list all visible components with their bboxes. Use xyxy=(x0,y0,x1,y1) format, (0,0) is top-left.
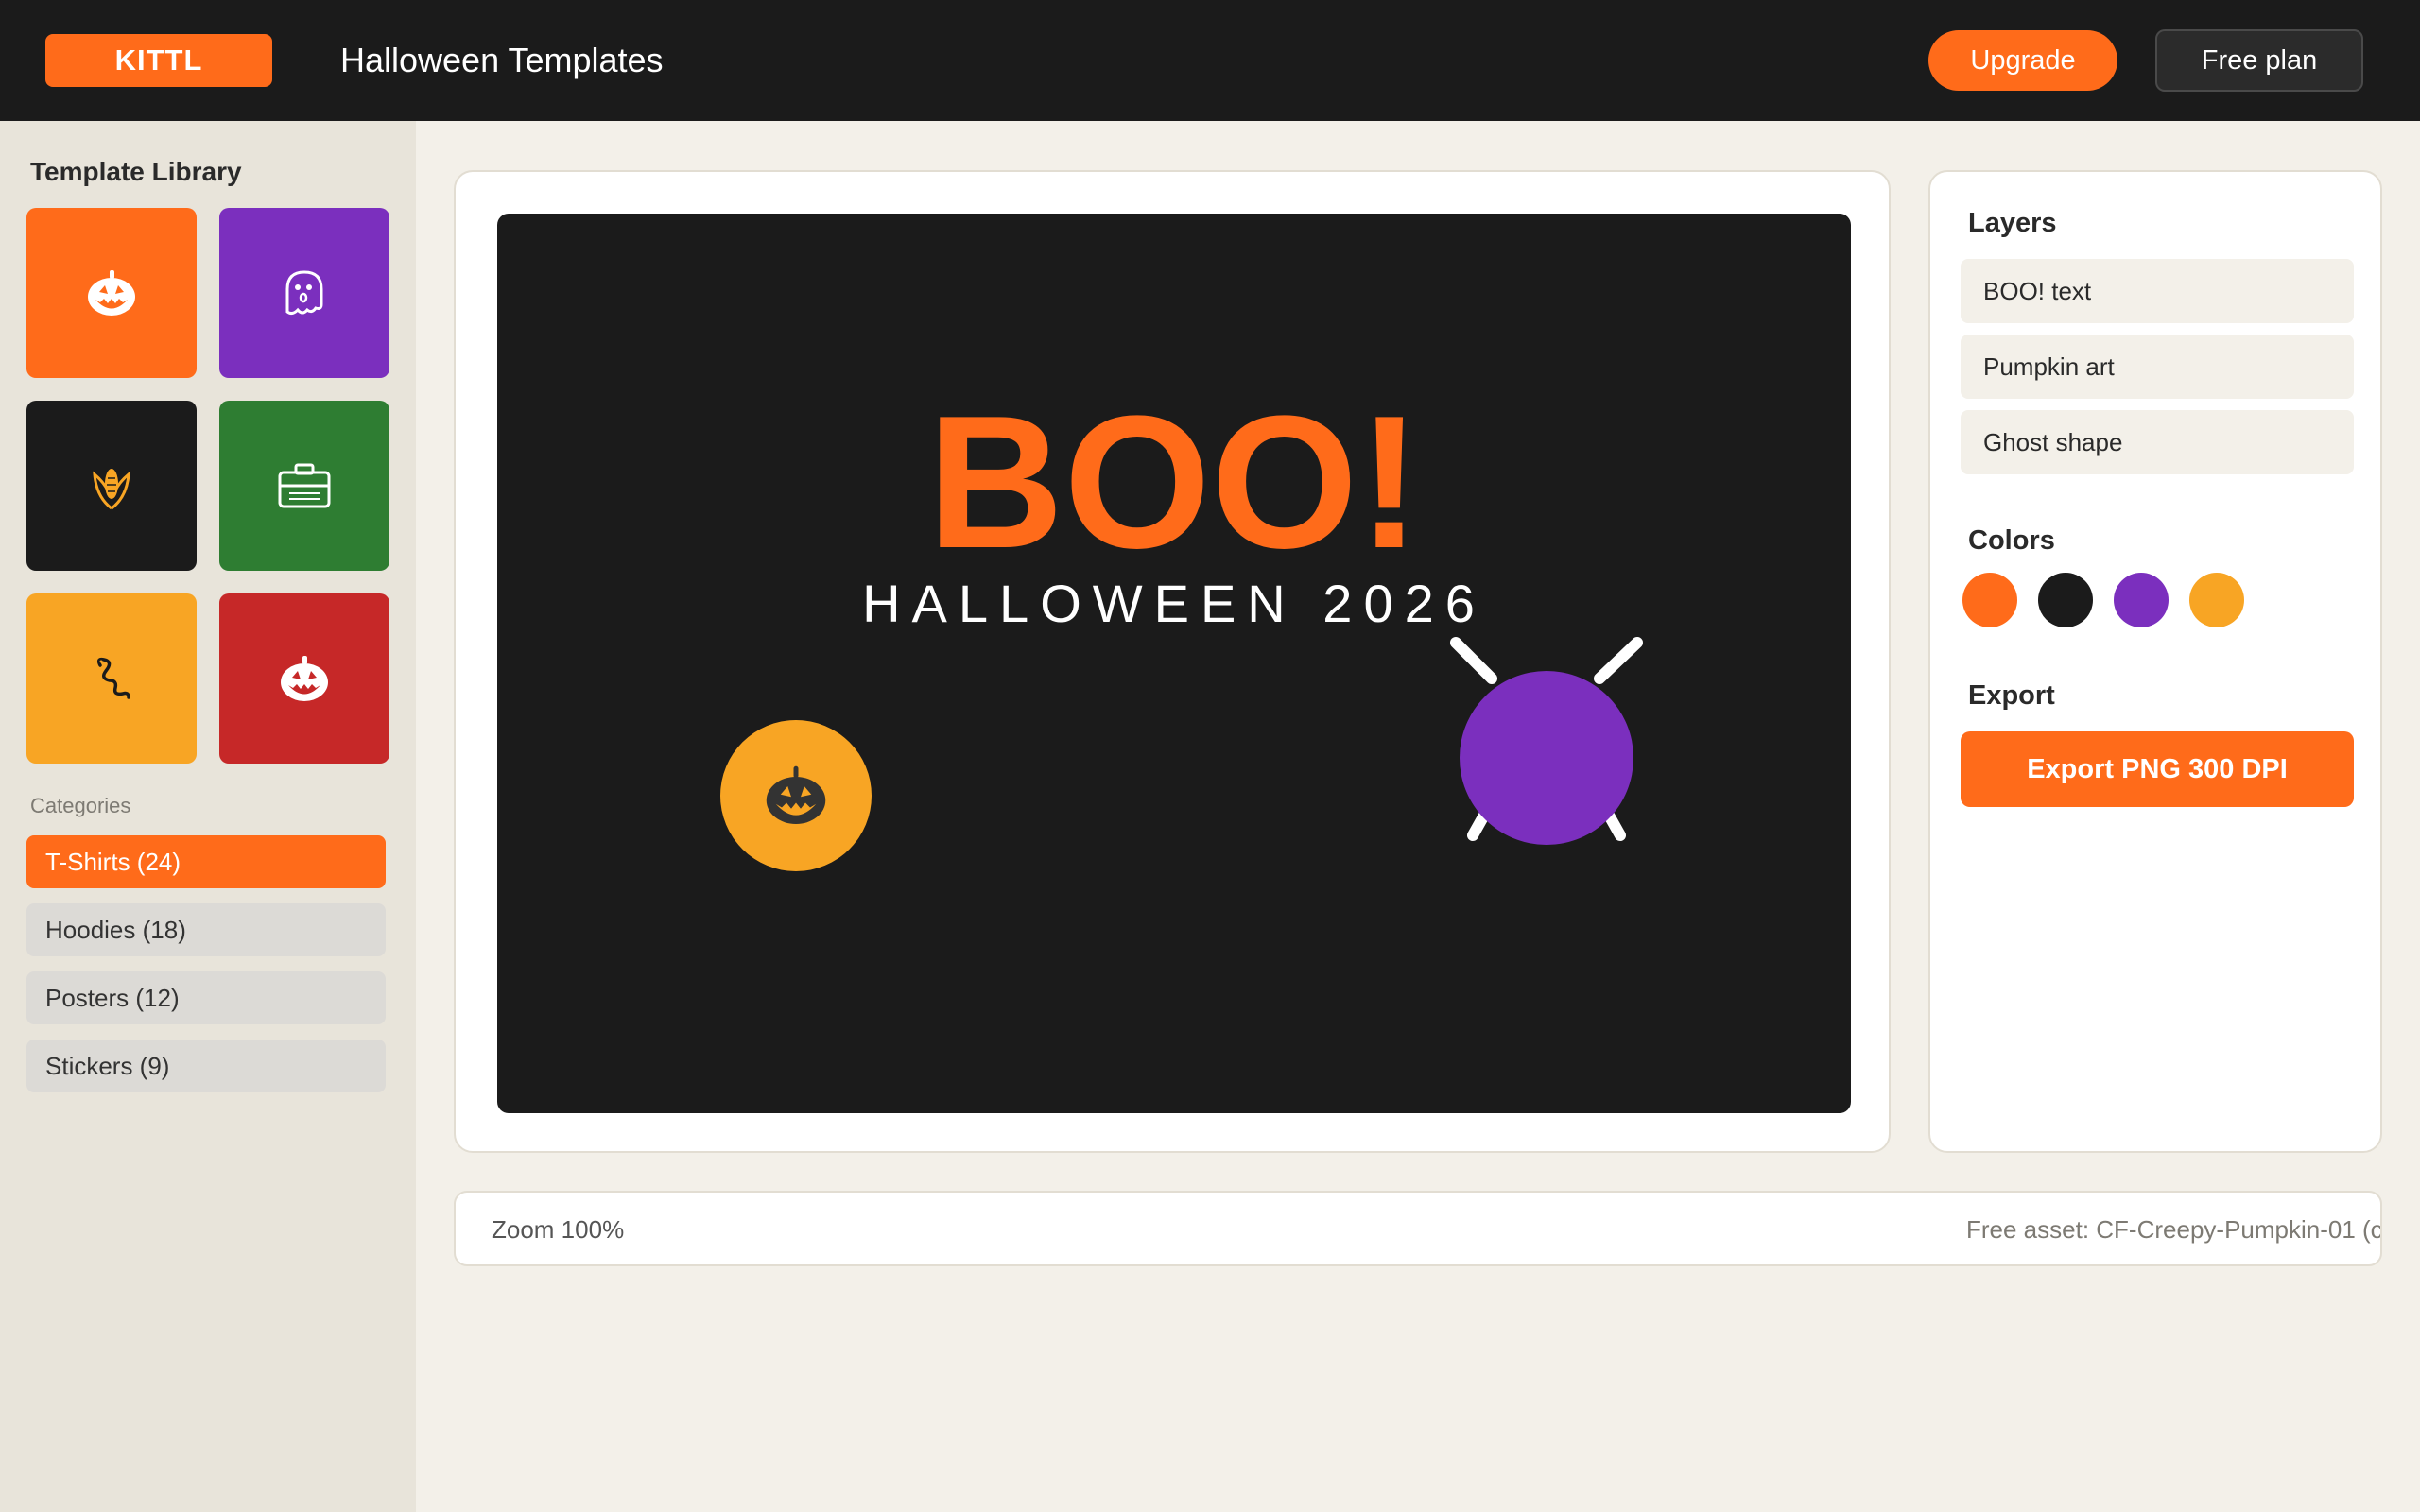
upgrade-button[interactable]: Upgrade xyxy=(1928,30,2118,91)
canvas-panel: BOO! HALLOWEEN 2026 xyxy=(454,170,1891,1153)
category-stickers[interactable]: Stickers (9) xyxy=(26,1040,386,1092)
template-tile-worm[interactable] xyxy=(26,593,197,764)
category-posters[interactable]: Posters (12) xyxy=(26,971,386,1024)
layer-pumpkin-art[interactable]: Pumpkin art xyxy=(1961,335,2354,399)
color-swatch-purple[interactable] xyxy=(2114,573,2169,627)
boo-headline[interactable]: BOO! xyxy=(497,388,1851,577)
colors-title: Colors xyxy=(1968,525,2055,556)
spider-shape[interactable] xyxy=(1405,629,1688,875)
status-bar: Zoom 100% Free asset: CF-Creepy-Pumpkin-… xyxy=(454,1191,2382,1266)
logo[interactable]: KITTL xyxy=(45,34,272,87)
template-tile-corn[interactable] xyxy=(26,401,197,571)
layer-ghost-shape[interactable]: Ghost shape xyxy=(1961,410,2354,474)
page-title: Halloween Templates xyxy=(340,41,664,79)
pumpkin-art[interactable] xyxy=(720,720,872,871)
toolbox-icon xyxy=(278,463,331,508)
asset-info: Free asset: CF-Creepy-Pumpkin-01 (commer… xyxy=(1966,1215,2382,1244)
halloween-subline[interactable]: HALLOWEEN 2026 xyxy=(497,576,1851,632)
template-library-title: Template Library xyxy=(30,157,242,186)
template-tile-toolbox[interactable] xyxy=(219,401,389,571)
worm-icon xyxy=(96,657,130,699)
template-tile-pumpkin-red[interactable] xyxy=(219,593,389,764)
export-png-button[interactable]: Export PNG 300 DPI xyxy=(1961,731,2354,807)
ghost-icon xyxy=(285,270,323,316)
category-tshirts[interactable]: T-Shirts (24) xyxy=(26,835,386,888)
color-swatch-orange[interactable] xyxy=(1962,573,2017,627)
free-plan-button[interactable]: Free plan xyxy=(2155,29,2363,92)
categories-label: Categories xyxy=(30,794,131,817)
layer-boo-text[interactable]: BOO! text xyxy=(1961,259,2354,323)
color-swatch-black[interactable] xyxy=(2038,573,2093,627)
sidebar: Template Library Categories T-Shirts (24… xyxy=(0,121,416,1512)
jack-o-lantern-icon xyxy=(281,656,328,701)
color-swatch-yellow[interactable] xyxy=(2189,573,2244,627)
template-tile-ghost[interactable] xyxy=(219,208,389,378)
artboard[interactable]: BOO! HALLOWEEN 2026 xyxy=(497,214,1851,1113)
category-hoodies[interactable]: Hoodies (18) xyxy=(26,903,386,956)
jack-o-lantern-icon xyxy=(766,765,826,824)
layers-title: Layers xyxy=(1968,208,2057,238)
template-tile-pumpkin[interactable] xyxy=(26,208,197,378)
zoom-level[interactable]: Zoom 100% xyxy=(492,1215,624,1245)
top-bar: KITTL Halloween Templates Upgrade Free p… xyxy=(0,0,2420,121)
jack-o-lantern-icon xyxy=(88,270,135,316)
corn-icon xyxy=(93,469,130,510)
properties-panel: Layers BOO! text Pumpkin art Ghost shape… xyxy=(1928,170,2382,1153)
export-title: Export xyxy=(1968,680,2055,711)
